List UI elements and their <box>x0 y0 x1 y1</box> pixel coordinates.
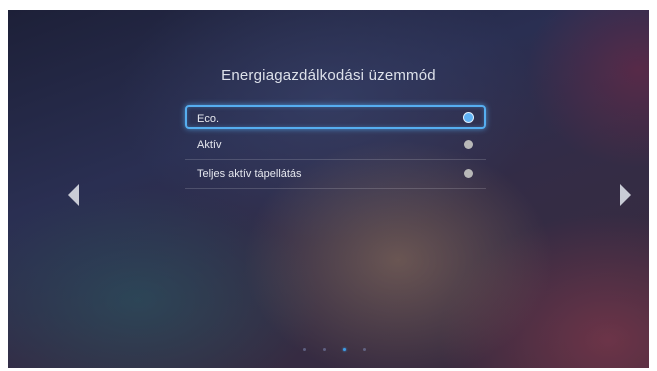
radio-unselected-icon <box>464 169 473 178</box>
triangle-left-icon[interactable] <box>68 184 79 206</box>
radio-selected-icon <box>464 113 473 122</box>
option-aktiv[interactable]: Aktív <box>185 131 486 160</box>
page-indicator <box>303 348 366 351</box>
page-title: Energiagazdálkodási üzemmód <box>221 67 436 84</box>
option-teljes-aktiv[interactable]: Teljes aktív tápellátás <box>185 160 486 189</box>
page-dot-active <box>343 348 346 351</box>
page-dot <box>363 348 366 351</box>
option-label: Eco. <box>197 113 220 125</box>
radio-unselected-icon <box>464 140 473 149</box>
option-eco[interactable]: Eco. <box>185 105 486 129</box>
option-label: Aktív <box>197 139 222 151</box>
page-dot <box>303 348 306 351</box>
triangle-right-icon[interactable] <box>620 184 631 206</box>
power-mode-options: Eco. Aktív Teljes aktív tápellátás <box>185 105 486 189</box>
option-label: Teljes aktív tápellátás <box>197 168 302 180</box>
projector-menu-screen: Energiagazdálkodási üzemmód Eco. Aktív T… <box>8 10 649 368</box>
page-dot <box>323 348 326 351</box>
